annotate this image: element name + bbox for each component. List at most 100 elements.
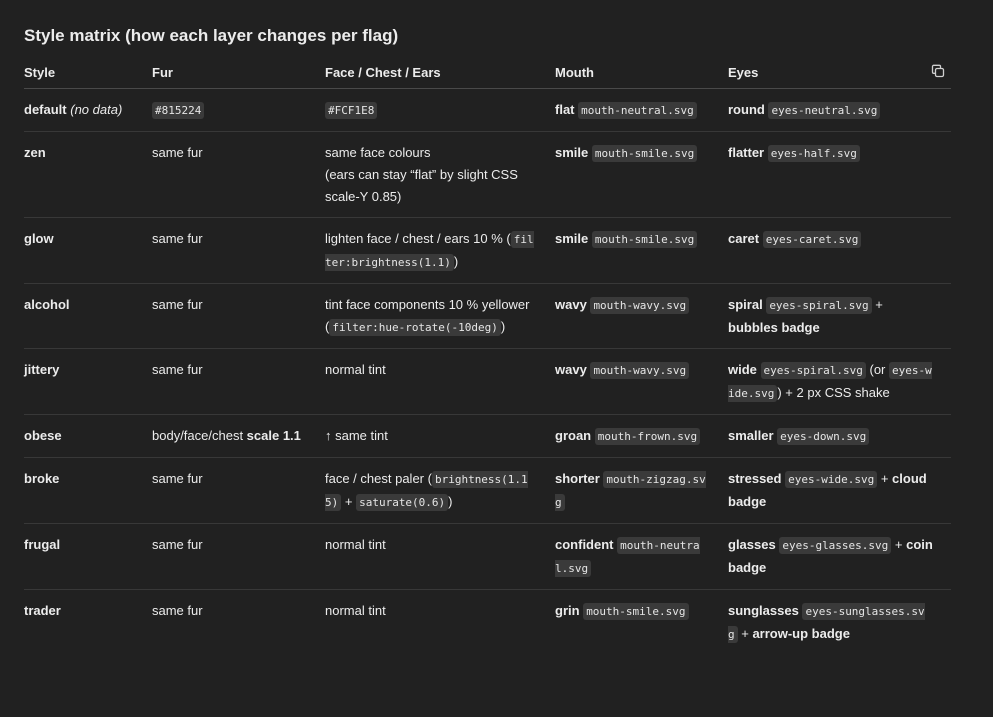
- table-row: frugal same fur normal tint confident mouth…: [24, 523, 951, 590]
- cell-eyes: smaller eyes-down.svg: [728, 414, 951, 458]
- code-snippet: eyes-caret.svg: [762, 231, 862, 248]
- cell-face: tint face components 10 % yellower (filt…: [325, 283, 555, 349]
- cell-text: +: [877, 471, 893, 486]
- cell-fur: same fur: [152, 523, 325, 590]
- cell-mouth: grin mouth-smile.svg: [555, 590, 728, 656]
- table-row: trader same fur normal tint grin mouth-smil…: [24, 590, 951, 656]
- cell-text: ↑ same tint: [325, 428, 388, 443]
- cell-face: normal tint: [325, 348, 555, 415]
- code-snippet: mouth-frown.svg: [594, 428, 701, 445]
- cell-fur: same fur: [152, 348, 325, 415]
- cell-text: groan: [555, 428, 592, 443]
- cell-fur: same fur: [152, 457, 325, 524]
- cell-text: frugal: [24, 537, 61, 552]
- cell-fur: same fur: [152, 283, 325, 349]
- cell-text: ): [453, 254, 459, 269]
- table-row: default (no data) #815224 #FCF1E8 flat mout…: [24, 88, 951, 132]
- cell-text: bubbles badge: [728, 320, 820, 335]
- code-snippet: eyes-neutral.svg: [768, 102, 881, 119]
- cell-text: caret: [728, 231, 760, 246]
- cell-fur: same fur: [152, 217, 325, 284]
- cell-text: same face colours: [325, 145, 431, 160]
- table-header-row: Style Fur Face / Chest / Ears Mouth Eyes: [24, 56, 951, 89]
- cell-mouth: wavy mouth-wavy.svg: [555, 283, 728, 349]
- cell-face: #FCF1E8: [325, 88, 555, 132]
- cell-text: alcohol: [24, 297, 70, 312]
- cell-text: same fur: [152, 537, 203, 552]
- table-row: obese body/face/chest scale 1.1 ↑ same tin…: [24, 414, 951, 458]
- cell-text: same fur: [152, 297, 203, 312]
- cell-style: frugal: [24, 523, 152, 590]
- cell-text: shorter: [555, 471, 600, 486]
- cell-eyes: stressed eyes-wide.svg + cloud badge: [728, 457, 951, 524]
- cell-mouth: wavy mouth-wavy.svg: [555, 348, 728, 415]
- cell-text: (ears can stay “flat” by slight CSS scal…: [325, 167, 518, 204]
- cell-text: smile: [555, 145, 589, 160]
- cell-face: normal tint: [325, 590, 555, 656]
- section-title: Style matrix (how each layer changes per…: [24, 26, 399, 45]
- header-style: Style: [24, 56, 152, 89]
- code-snippet: eyes-wide.svg: [785, 471, 878, 488]
- cell-text: normal tint: [325, 603, 386, 618]
- cell-mouth: confident mouth-neutral.svg: [555, 523, 728, 590]
- code-snippet: mouth-wavy.svg: [590, 362, 690, 379]
- cell-text: obese: [24, 428, 62, 443]
- code-snippet: eyes-down.svg: [777, 428, 870, 445]
- cell-face: normal tint: [325, 523, 555, 590]
- cell-style: broke: [24, 457, 152, 524]
- cell-fur: body/face/chest scale 1.1: [152, 414, 325, 458]
- cell-text: same fur: [152, 145, 203, 160]
- cell-text: broke: [24, 471, 60, 486]
- cell-style: jittery: [24, 348, 152, 415]
- code-snippet: mouth-smile.svg: [591, 231, 698, 248]
- cell-eyes: spiral eyes-spiral.svg + bubbles badge: [728, 283, 951, 349]
- cell-text: sunglasses: [728, 603, 799, 618]
- cell-text: same fur: [152, 362, 203, 377]
- cell-text: smaller: [728, 428, 774, 443]
- cell-text: zen: [24, 145, 46, 160]
- cell-text: glow: [24, 231, 54, 246]
- cell-text: same fur: [152, 471, 203, 486]
- cell-mouth: shorter mouth-zigzag.svg: [555, 457, 728, 524]
- cell-style: default (no data): [24, 88, 152, 132]
- cell-eyes: flatter eyes-half.svg: [728, 131, 951, 218]
- header-fur: Fur: [152, 56, 325, 89]
- cell-text: flatter: [728, 145, 765, 160]
- table-row: zen same fur same face colours (ears can st…: [24, 131, 951, 218]
- cell-text: ) + 2 px CSS shake: [777, 385, 890, 400]
- cell-text: same fur: [152, 603, 203, 618]
- code-snippet: mouth-smile.svg: [591, 145, 698, 162]
- cell-text: ): [500, 319, 506, 334]
- code-snippet: #FCF1E8: [325, 102, 378, 119]
- header-eyes: Eyes: [728, 56, 951, 89]
- cell-text: stressed: [728, 471, 782, 486]
- cell-text: +: [891, 537, 907, 552]
- cell-text: +: [737, 626, 753, 641]
- cell-text: face / chest paler (: [325, 471, 432, 486]
- cell-text: round: [728, 102, 765, 117]
- cell-fur: same fur: [152, 590, 325, 656]
- cell-face: lighten face / chest / ears 10 % (filter…: [325, 217, 555, 284]
- cell-text: [757, 362, 761, 377]
- cell-text: +: [871, 297, 883, 312]
- cell-text: arrow-up badge: [752, 626, 850, 641]
- cell-text: (no data): [70, 102, 123, 117]
- code-snippet: eyes-spiral.svg: [766, 297, 872, 314]
- cell-text: flat: [555, 102, 575, 117]
- cell-text: scale 1.1: [246, 428, 301, 443]
- header-mouth: Mouth: [555, 56, 728, 89]
- cell-text: normal tint: [325, 537, 386, 552]
- cell-text: +: [341, 494, 357, 509]
- cell-face: ↑ same tint: [325, 414, 555, 458]
- code-snippet: eyes-spiral.svg: [760, 362, 866, 379]
- code-snippet: mouth-neutral.svg: [578, 102, 697, 119]
- table-row: jittery same fur normal tint wavy mouth-wav…: [24, 348, 951, 415]
- cell-style: alcohol: [24, 283, 152, 349]
- cell-text: confident: [555, 537, 614, 552]
- cell-text: smile: [555, 231, 589, 246]
- cell-style: zen: [24, 131, 152, 218]
- cell-text: wavy: [555, 297, 587, 312]
- cell-mouth: groan mouth-frown.svg: [555, 414, 728, 458]
- cell-style: obese: [24, 414, 152, 458]
- cell-text: (or: [865, 362, 889, 377]
